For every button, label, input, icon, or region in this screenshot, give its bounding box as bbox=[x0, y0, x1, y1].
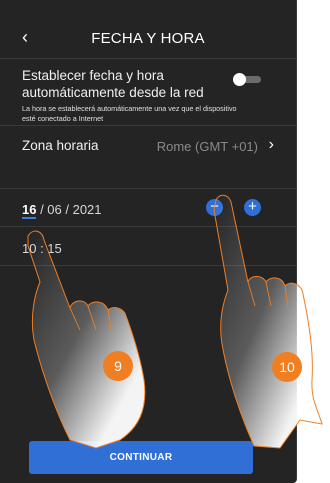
step-badge-10: 10 bbox=[272, 352, 302, 382]
page-title: FECHA Y HORA bbox=[91, 30, 205, 47]
time-row[interactable]: 10 : 15 bbox=[0, 226, 296, 266]
time-value: 10 : 15 bbox=[22, 241, 62, 256]
continue-button[interactable]: CONTINUAR bbox=[29, 441, 253, 474]
increase-button[interactable]: + bbox=[244, 199, 261, 216]
step-badge-9: 9 bbox=[103, 351, 133, 381]
date-day-field[interactable]: 16 bbox=[22, 202, 37, 219]
decrease-button[interactable]: − bbox=[206, 199, 223, 216]
auto-datetime-label: Establecer fecha y hora automáticamente … bbox=[22, 68, 204, 100]
auto-datetime-toggle[interactable] bbox=[233, 73, 261, 86]
auto-datetime-row: Establecer fecha y hora automáticamente … bbox=[0, 58, 296, 125]
header: ‹ FECHA Y HORA bbox=[0, 0, 296, 52]
device-screen: ‹ FECHA Y HORA Establecer fecha y hora a… bbox=[0, 0, 297, 483]
timezone-row[interactable]: Zona horaria Rome (GMT +01) › bbox=[0, 125, 296, 166]
auto-datetime-description: La hora se establecerá automáticamente u… bbox=[22, 104, 237, 123]
timezone-label: Zona horaria bbox=[22, 138, 99, 153]
timezone-value: Rome (GMT +01) bbox=[156, 139, 258, 154]
date-month-year: / 06 / 2021 bbox=[36, 202, 102, 217]
date-row: 16 / 06 / 2021 − + bbox=[0, 188, 296, 226]
chevron-right-icon: › bbox=[268, 136, 274, 153]
date-value[interactable]: 16 / 06 / 2021 bbox=[22, 202, 102, 219]
toggle-knob bbox=[233, 73, 246, 86]
